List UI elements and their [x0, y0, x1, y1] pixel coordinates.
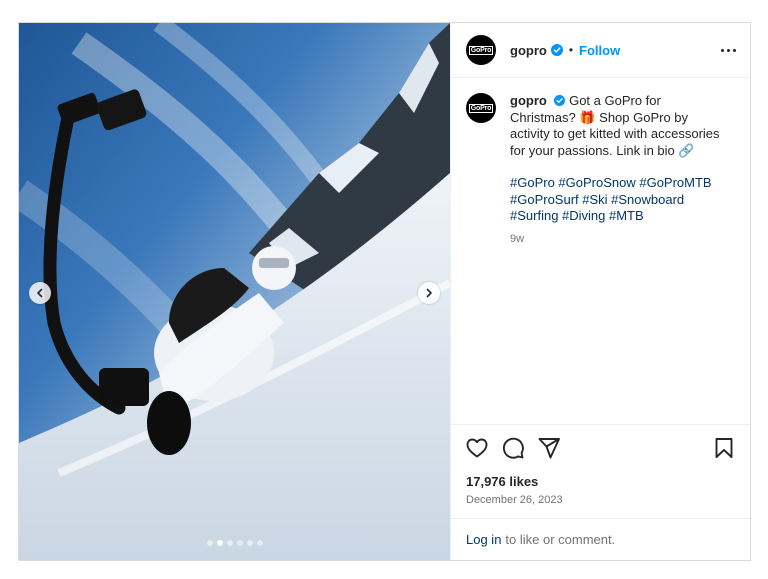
post-card: GoPro gopro • Follow GoPro gopro Got a G… [18, 22, 751, 561]
carousel-dot [206, 540, 213, 546]
gopro-logo: GoPro [468, 45, 494, 55]
chevron-right-icon [426, 288, 432, 298]
carousel-dot [236, 540, 243, 546]
more-options-icon[interactable] [721, 45, 736, 56]
hashtags[interactable]: #GoPro #GoProSnow #GoProMTB #GoProSurf #… [510, 175, 730, 225]
caption-avatar[interactable]: GoPro [466, 93, 496, 123]
post-media[interactable] [19, 23, 450, 560]
carousel-dot [216, 540, 223, 546]
login-prompt: Log in to like or comment. [451, 518, 750, 560]
comment-icon [502, 437, 524, 459]
chevron-left-icon [37, 288, 43, 298]
carousel-dot [246, 540, 253, 546]
caption: GoPro gopro Got a GoPro for Christmas? 🎁… [466, 93, 736, 247]
save-button[interactable] [712, 436, 736, 460]
comments-section: GoPro gopro Got a GoPro for Christmas? 🎁… [451, 78, 750, 424]
carousel-dot [226, 540, 233, 546]
time-ago[interactable]: 9w [510, 231, 730, 248]
gopro-logo: GoPro [468, 103, 494, 113]
verified-badge-icon [550, 44, 563, 56]
avatar[interactable]: GoPro [466, 35, 496, 65]
post-date[interactable]: December 26, 2023 [451, 489, 750, 518]
comment-button[interactable] [501, 436, 525, 460]
share-icon [538, 437, 560, 458]
likes-count[interactable]: 17,976 likes [451, 470, 750, 489]
previous-slide-button[interactable] [29, 282, 51, 304]
post-details-panel: GoPro gopro • Follow GoPro gopro Got a G… [450, 23, 750, 560]
bookmark-icon [715, 437, 733, 458]
action-bar [451, 424, 750, 470]
login-prompt-text: to like or comment. [505, 532, 616, 547]
verified-badge-icon [554, 95, 566, 106]
share-button[interactable] [537, 436, 561, 460]
username-link[interactable]: gopro [510, 43, 547, 58]
caption-body: gopro Got a GoPro for Christmas? 🎁 Shop … [510, 93, 730, 247]
login-link[interactable]: Log in [466, 532, 501, 547]
next-slide-button[interactable] [418, 282, 440, 304]
like-button[interactable] [465, 436, 489, 460]
follow-button[interactable]: Follow [579, 43, 620, 58]
heart-icon [466, 438, 488, 457]
carousel-dot [256, 540, 263, 546]
caption-username[interactable]: gopro [510, 93, 547, 108]
carousel-indicator [19, 540, 450, 546]
separator-dot: • [568, 43, 574, 57]
post-header: GoPro gopro • Follow [451, 23, 750, 78]
post-image [19, 23, 450, 560]
